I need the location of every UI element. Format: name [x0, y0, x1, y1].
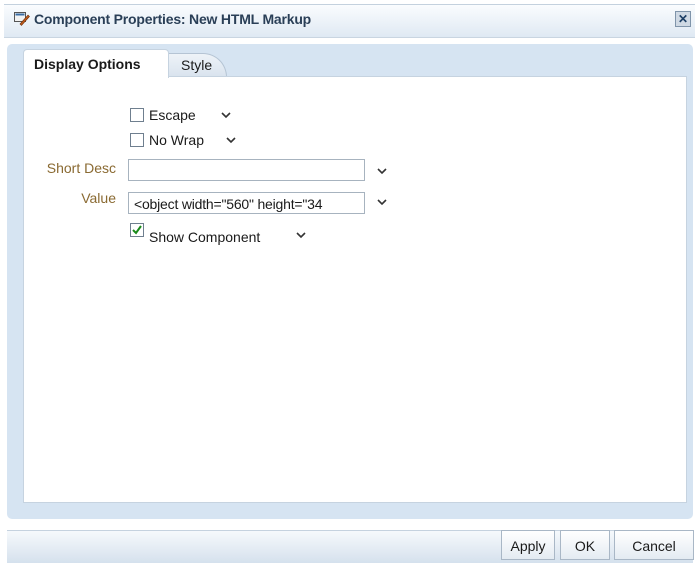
short-desc-label: Short Desc: [46, 160, 116, 176]
chevron-down-icon[interactable]: [377, 166, 387, 176]
close-button[interactable]: ✕: [675, 11, 691, 27]
show-component-label: Show Component: [149, 229, 261, 245]
cancel-button[interactable]: Cancel: [614, 530, 694, 560]
value-label: Value: [81, 190, 116, 206]
properties-icon: [14, 12, 30, 26]
chevron-down-icon[interactable]: [377, 197, 387, 207]
short-desc-input[interactable]: [128, 159, 365, 181]
checkmark-icon: [132, 225, 142, 235]
tab-display-options[interactable]: Display Options: [23, 49, 169, 78]
no-wrap-checkbox[interactable]: [130, 133, 144, 147]
dialog-title: Component Properties: New HTML Markup: [34, 11, 312, 27]
tab-style-label: Style: [181, 57, 213, 73]
chevron-down-icon[interactable]: [226, 135, 236, 145]
show-component-checkbox[interactable]: [130, 223, 144, 237]
component-properties-dialog: Component Properties: New HTML Markup ✕ …: [0, 0, 695, 563]
tab-display-options-label: Display Options: [34, 56, 141, 72]
escape-label: Escape: [149, 107, 196, 123]
ok-button[interactable]: OK: [560, 530, 610, 560]
tab-content: [23, 76, 687, 503]
no-wrap-label: No Wrap: [149, 132, 204, 148]
chevron-down-icon[interactable]: [296, 230, 306, 240]
value-input[interactable]: <object width="560" height="34: [128, 192, 365, 214]
escape-checkbox[interactable]: [130, 108, 144, 122]
chevron-down-icon[interactable]: [221, 110, 231, 120]
apply-button[interactable]: Apply: [501, 530, 555, 560]
dialog-title-bar[interactable]: Component Properties: New HTML Markup ✕: [4, 4, 695, 38]
